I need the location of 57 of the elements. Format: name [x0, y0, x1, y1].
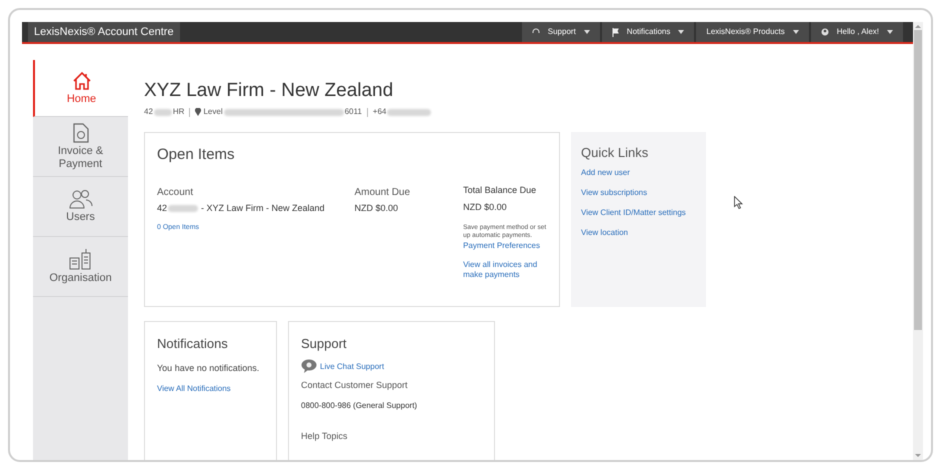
help-topics-heading: Help Topics: [301, 430, 348, 443]
account-number: 42: [157, 202, 168, 214]
phone-text: +64: [372, 106, 386, 118]
postcode-text: 6011: [344, 106, 362, 118]
panel-title: Quick Links: [581, 144, 650, 162]
support-phone: 0800-800-986 (General Support): [301, 400, 418, 412]
nav-menu-button[interactable]: Hello , Alex!: [810, 22, 903, 42]
view-invoices-link[interactable]: View all invoices and make payments: [463, 260, 547, 280]
address-text: Level: [203, 106, 223, 118]
home-icon: [72, 70, 92, 90]
redacted-text: [168, 204, 198, 212]
caret-icon: [584, 30, 590, 34]
firm-title: XYZ Law Firm - New Zealand: [144, 80, 394, 102]
card-title: Support: [301, 335, 348, 353]
caret-icon: [678, 30, 684, 34]
users-icon: [68, 189, 92, 209]
buildings-icon: [68, 248, 92, 270]
mouse-cursor-icon: [734, 196, 743, 209]
quick-link[interactable]: View subscriptions: [581, 186, 648, 198]
live-chat-link[interactable]: Live Chat Support: [320, 360, 384, 372]
card-title: Notifications: [157, 335, 229, 353]
quick-link[interactable]: Add new user: [581, 166, 630, 178]
chat-bubble-icon: [301, 358, 317, 372]
sidebar-item[interactable]: Invoice & Payment: [33, 117, 128, 177]
payment-preferences-link[interactable]: Payment Preferences: [463, 240, 540, 252]
redacted-text: [154, 108, 172, 116]
column-heading: Total Balance Due: [463, 184, 538, 196]
caret-icon: [887, 30, 893, 34]
user-icon: [820, 28, 829, 36]
nav-menu-button[interactable]: Support: [522, 22, 600, 42]
scroll-down-icon[interactable]: [915, 452, 921, 460]
redacted-text: [387, 108, 432, 116]
column-heading: Amount Due: [354, 186, 412, 200]
account-name: - XYZ Law Firm - New Zealand: [201, 202, 325, 214]
quick-link[interactable]: View Client ID/Matter settings: [581, 206, 686, 218]
sidebar-item[interactable]: Users: [33, 177, 128, 237]
account-number: 42: [144, 106, 153, 118]
caret-icon: [792, 30, 799, 34]
contact-heading: Contact Customer Support: [301, 378, 409, 392]
invoice-icon: [72, 122, 88, 142]
account-suffix: HR: [172, 106, 184, 118]
quick-link[interactable]: View location: [581, 226, 628, 238]
brand-tab[interactable]: LexisNexis® Account Centre: [28, 22, 180, 42]
flag-icon: [612, 28, 619, 36]
amount-value: NZD $0.00: [354, 202, 399, 214]
balance-value: NZD $0.00: [463, 201, 508, 214]
card-title: Open Items: [157, 145, 236, 165]
notifications-message: You have no notifications.: [157, 362, 260, 374]
column-heading: Account: [157, 186, 194, 200]
scrollbar-thumb[interactable]: [914, 30, 922, 330]
nav-menu-button[interactable]: Notifications: [602, 22, 694, 42]
scroll-up-icon[interactable]: [915, 22, 921, 30]
location-pin-icon: [195, 108, 202, 116]
view-notifications-link[interactable]: View All Notifications: [157, 383, 231, 395]
sidebar-item[interactable]: Organisation: [33, 237, 128, 297]
sidebar-item[interactable]: Home: [33, 60, 128, 117]
nav-menu-button[interactable]: LexisNexis® Products: [696, 22, 809, 42]
